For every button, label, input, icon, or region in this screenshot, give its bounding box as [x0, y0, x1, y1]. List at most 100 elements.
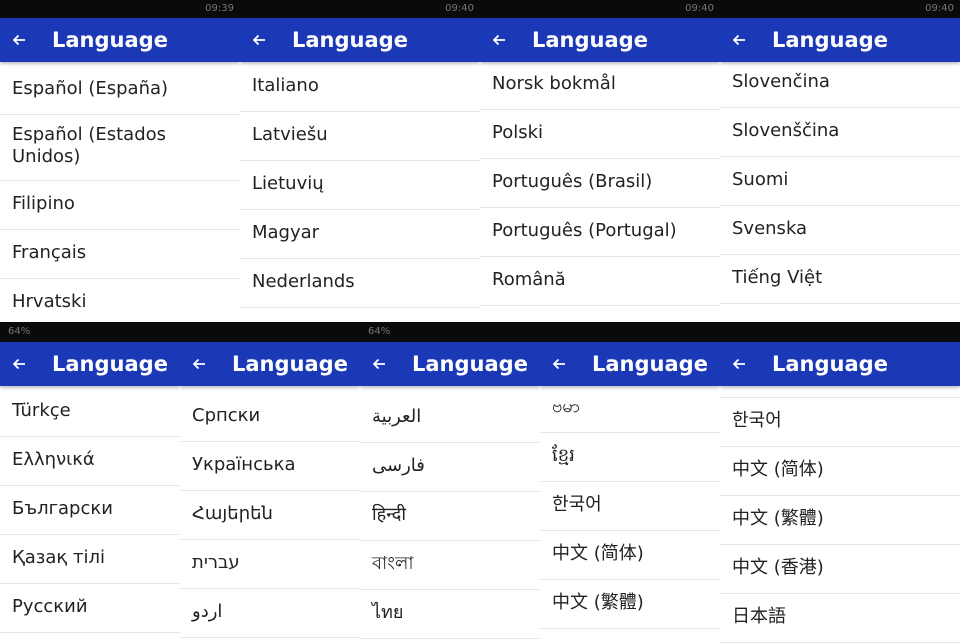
status-bar: 09:40 [240, 0, 480, 18]
language-item[interactable]: Tiếng Việt [720, 255, 960, 304]
language-list: Slovenčina Slovenščina Suomi Svenska Tiế… [720, 59, 960, 304]
language-item[interactable]: Latviešu [240, 112, 480, 161]
language-item[interactable]: 中文 (繁體) [540, 580, 720, 629]
app-bar: Language [720, 342, 960, 386]
language-item[interactable]: 中文 (香港) [720, 545, 960, 594]
language-screen-3: 09:40 Language Norsk bokmål Polski Portu… [480, 0, 720, 322]
status-bar: 64% [0, 322, 180, 342]
arrow-left-icon [552, 358, 565, 370]
arrow-left-icon [252, 34, 265, 46]
status-time: 09:40 [925, 3, 954, 14]
app-bar: Language [360, 342, 540, 386]
language-item[interactable]: Հայերեն [180, 491, 360, 540]
language-item[interactable]: Ελληνικά [0, 437, 180, 486]
language-item[interactable]: Русский [0, 584, 180, 633]
status-bar: 09:40 [480, 0, 720, 18]
arrow-left-icon [12, 34, 25, 46]
page-title: Language [412, 352, 528, 376]
language-item[interactable]: 中文 (简体) [720, 447, 960, 496]
language-item[interactable]: Magyar [240, 210, 480, 259]
language-item[interactable]: ဗမာ [540, 384, 720, 433]
language-screen-1: 09:39 Language Español (España) Español … [0, 0, 240, 322]
language-item[interactable]: Български [0, 486, 180, 535]
arrow-left-icon [732, 358, 745, 370]
language-screen-6: Language Српски Українська Հայերեն עברית… [180, 322, 360, 643]
language-item[interactable]: हिन्दी [360, 492, 540, 541]
status-time: 09:40 [685, 3, 714, 14]
back-button[interactable] [248, 29, 270, 51]
language-item[interactable]: 中文 (简体) [540, 531, 720, 580]
language-item[interactable]: Slovenščina [720, 108, 960, 157]
status-battery: 64% [8, 326, 31, 337]
language-list: 한국어 中文 (简体) 中文 (繁體) 中文 (香港) 日本語 [720, 386, 960, 643]
page-title: Language [52, 352, 168, 376]
language-item-partial[interactable] [720, 386, 960, 398]
status-time: 09:39 [205, 3, 234, 14]
back-button[interactable] [548, 353, 570, 375]
language-item[interactable]: 日本語 [720, 594, 960, 643]
language-item[interactable]: Română [480, 257, 720, 306]
language-item[interactable]: বাংলা [360, 541, 540, 590]
language-item[interactable]: Polski [480, 110, 720, 159]
page-title: Language [232, 352, 348, 376]
language-item[interactable]: Français [0, 230, 240, 279]
arrow-left-icon [492, 34, 505, 46]
language-list: العربية فارسی हिन्दी বাংলা ไทย [360, 394, 540, 639]
app-bar: Language [720, 18, 960, 62]
back-button[interactable] [8, 29, 30, 51]
page-title: Language [52, 28, 168, 52]
language-item[interactable]: Filipino [0, 181, 240, 230]
language-item[interactable]: Lietuvių [240, 161, 480, 210]
back-button[interactable] [188, 353, 210, 375]
language-list: Italiano Latviešu Lietuvių Magyar Nederl… [240, 63, 480, 308]
language-item[interactable]: Español (Estados Unidos) [0, 115, 240, 181]
language-list: Türkçe Ελληνικά Български Қазақ тілі Рус… [0, 388, 180, 633]
language-list: ဗမာ ខ្មែរ 한국어 中文 (简体) 中文 (繁體) [540, 384, 720, 629]
language-item[interactable]: Italiano [240, 63, 480, 112]
language-item[interactable]: 한국어 [540, 482, 720, 531]
language-list: Norsk bokmål Polski Português (Brasil) P… [480, 61, 720, 306]
language-item[interactable]: 한국어 [720, 398, 960, 447]
language-screen-2: 09:40 Language Italiano Latviešu Lietuvi… [240, 0, 480, 322]
status-bar [540, 322, 720, 342]
app-bar: Language [0, 18, 240, 62]
app-bar: Language [540, 342, 720, 386]
app-bar: Language [0, 342, 180, 386]
page-title: Language [772, 28, 888, 52]
language-screen-4: 09:40 Language Slovenčina Slovenščina Su… [720, 0, 960, 322]
language-item[interactable]: Hrvatski [0, 279, 240, 322]
back-button[interactable] [8, 353, 30, 375]
arrow-left-icon [12, 358, 25, 370]
language-list: Српски Українська Հայերեն עברית اردو [180, 393, 360, 638]
language-item[interactable]: Svenska [720, 206, 960, 255]
app-bar: Language [180, 342, 360, 386]
language-item[interactable]: اردو [180, 589, 360, 638]
language-item[interactable]: Српски [180, 393, 360, 442]
language-item[interactable]: ខ្មែរ [540, 433, 720, 482]
language-item[interactable]: Қазақ тілі [0, 535, 180, 584]
language-item[interactable]: Українська [180, 442, 360, 491]
language-item[interactable]: Português (Brasil) [480, 159, 720, 208]
language-item[interactable]: Türkçe [0, 388, 180, 437]
language-item[interactable]: Nederlands [240, 259, 480, 308]
status-bar: 09:40 [720, 0, 960, 18]
language-item[interactable]: Slovenčina [720, 59, 960, 108]
page-title: Language [532, 28, 648, 52]
back-button[interactable] [488, 29, 510, 51]
language-item[interactable]: العربية [360, 394, 540, 443]
arrow-left-icon [192, 358, 205, 370]
back-button[interactable] [368, 353, 390, 375]
language-item[interactable]: فارسی [360, 443, 540, 492]
language-item[interactable]: Suomi [720, 157, 960, 206]
status-bar [180, 322, 360, 342]
language-item[interactable]: 中文 (繁體) [720, 496, 960, 545]
language-item[interactable]: Português (Portugal) [480, 208, 720, 257]
language-item[interactable]: Norsk bokmål [480, 61, 720, 110]
language-item[interactable]: Español (España) [0, 66, 240, 115]
arrow-left-icon [372, 358, 385, 370]
language-item[interactable]: ไทย [360, 590, 540, 639]
language-screen-5: 64% Language Türkçe Ελληνικά Български Қ… [0, 322, 180, 643]
back-button[interactable] [728, 29, 750, 51]
back-button[interactable] [728, 353, 750, 375]
language-item[interactable]: עברית [180, 540, 360, 589]
